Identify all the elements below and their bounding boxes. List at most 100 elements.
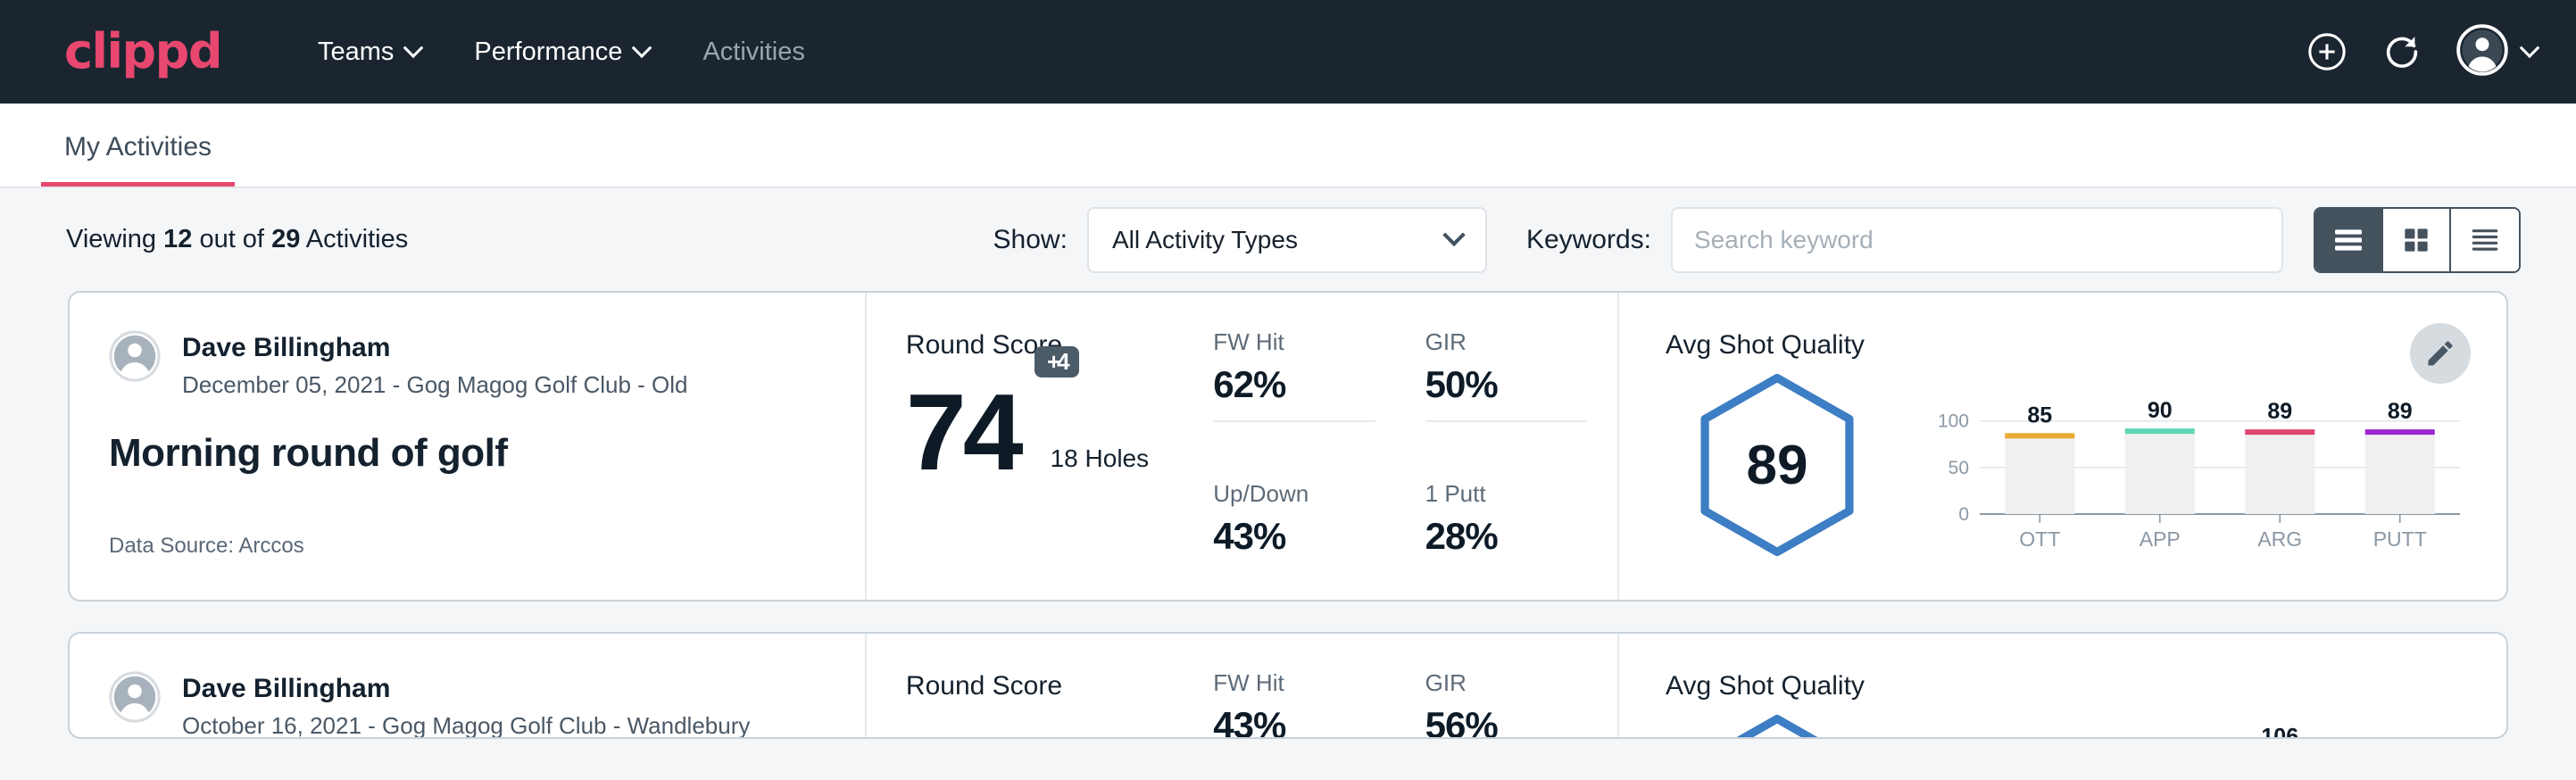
bar-chart: 05010094OTT82APP106ARG87PUTT	[1914, 718, 2467, 739]
user-row: Dave Billingham October 16, 2021 - Gog M…	[109, 671, 826, 739]
user-name: Dave Billingham	[182, 332, 688, 364]
account-avatar	[2456, 24, 2508, 80]
activity-list: Dave Billingham December 05, 2021 - Gog …	[0, 291, 2576, 739]
avatar	[109, 330, 161, 386]
brand-logo[interactable]: clippd	[64, 28, 221, 76]
round-score-label: Round Score	[906, 671, 1213, 701]
stat-value: 43%	[1213, 515, 1405, 558]
nav-item-activities[interactable]: Activities	[676, 25, 831, 79]
viewing-summary: Viewing 12 out of 29 Activities	[66, 225, 408, 254]
chevron-down-icon	[2520, 37, 2540, 58]
hex-score	[1666, 707, 1889, 739]
chevron-down-icon	[632, 37, 652, 58]
stat-gir: GIR 56%	[1425, 669, 1617, 739]
svg-text:PUTT: PUTT	[2373, 527, 2427, 551]
tab-my-activities[interactable]: My Activities	[41, 132, 235, 187]
svg-text:106: 106	[2261, 724, 2298, 739]
user-text: Dave Billingham October 16, 2021 - Gog M…	[182, 671, 750, 739]
user-name: Dave Billingham	[182, 673, 750, 705]
avg-shot-quality-block: Avg Shot Quality 05010094OTT82APP106ARG8…	[1619, 634, 2506, 737]
add-circle-icon[interactable]	[2306, 31, 2347, 72]
svg-text:85: 85	[2027, 402, 2052, 427]
user-text: Dave Billingham December 05, 2021 - Gog …	[182, 330, 688, 399]
view-mode-toggle	[2314, 207, 2521, 273]
round-score-value-wrap: 74 +4	[906, 384, 1020, 482]
stat-one-putt: 1 Putt 28%	[1425, 480, 1617, 600]
view-compact-button[interactable]	[2451, 209, 2519, 271]
round-score-block: Round Score 74 +4 18 Holes	[867, 293, 1213, 600]
svg-text:APP: APP	[2140, 527, 2181, 551]
refresh-icon[interactable]	[2381, 31, 2422, 72]
nav-item-label: Teams	[318, 37, 394, 67]
stat-fw-hit: FW Hit 43%	[1213, 669, 1405, 739]
filter-toolbar: Viewing 12 out of 29 Activities Show: Al…	[0, 188, 2576, 291]
quality-body: 89 05010085OTT90APP89ARG89PUTT	[1666, 366, 2467, 560]
round-score-value: 74	[906, 371, 1020, 493]
activity-meta: October 16, 2021 - Gog Magog Golf Club -…	[182, 712, 750, 739]
stat-label: FW Hit	[1213, 669, 1405, 697]
avg-shot-quality-block: Avg Shot Quality 89 05010085OTT90APP89AR…	[1619, 293, 2506, 600]
tab-label: My Activities	[64, 132, 212, 162]
score-row: 74 +4 18 Holes	[906, 384, 1213, 482]
nav-item-label: Activities	[702, 37, 804, 67]
edit-activity-button[interactable]	[2410, 323, 2471, 384]
hex-score: 89	[1666, 366, 1889, 557]
stat-value: 43%	[1213, 704, 1405, 739]
activity-info: Dave Billingham December 05, 2021 - Gog …	[70, 293, 867, 600]
viewing-total: 29	[271, 225, 300, 253]
svg-text:89: 89	[2388, 399, 2413, 424]
user-row: Dave Billingham December 05, 2021 - Gog …	[109, 330, 826, 399]
bar-chart: 05010085OTT90APP89ARG89PUTT	[1914, 377, 2467, 555]
activity-info: Dave Billingham October 16, 2021 - Gog M…	[70, 634, 867, 737]
viewing-count: 12	[163, 225, 192, 253]
stat-value: 56%	[1425, 704, 1617, 739]
app-header: clippd Teams Performance Activities	[0, 0, 2576, 104]
avatar	[109, 671, 161, 727]
shot-quality-chart: 05010085OTT90APP89ARG89PUTT	[1889, 366, 2467, 560]
activity-type-select[interactable]: All Activity Types	[1087, 207, 1487, 273]
view-grid-button[interactable]	[2383, 209, 2451, 271]
activity-type-value: All Activity Types	[1112, 226, 1298, 254]
stats-grid: FW Hit 62% GIR 50% Up/Down 43% 1 Putt 28…	[1213, 293, 1619, 600]
viewing-suffix: Activities	[306, 225, 408, 253]
svg-text:ARG: ARG	[2257, 527, 2302, 551]
chevron-down-icon	[1442, 223, 1465, 245]
grid-view-icon	[2399, 223, 2433, 257]
pencil-icon	[2424, 337, 2456, 369]
score-delta-badge: +4	[1035, 346, 1079, 378]
search-input[interactable]	[1671, 207, 2283, 273]
stat-label: GIR	[1425, 328, 1617, 356]
view-list-button[interactable]	[2315, 209, 2383, 271]
tab-bar: My Activities	[0, 104, 2576, 188]
svg-text:90: 90	[2148, 398, 2173, 423]
stat-value: 28%	[1425, 515, 1617, 558]
avg-shot-quality-value: 89	[1694, 373, 1860, 557]
nav-item-performance[interactable]: Performance	[447, 25, 676, 79]
activity-card[interactable]: Dave Billingham October 16, 2021 - Gog M…	[68, 632, 2508, 739]
viewing-prefix: Viewing	[66, 225, 156, 253]
stat-up-down: Up/Down 43%	[1213, 480, 1405, 600]
main-nav: Teams Performance Activities	[291, 25, 832, 79]
shot-quality-chart: 05010094OTT82APP106ARG87PUTT	[1889, 707, 2467, 739]
chevron-down-icon	[403, 37, 424, 58]
stat-value: 62%	[1213, 363, 1405, 406]
quality-body: 05010094OTT82APP106ARG87PUTT	[1666, 707, 2467, 739]
account-menu[interactable]	[2456, 24, 2537, 80]
holes-label: 18 Holes	[1051, 444, 1150, 482]
compact-view-icon	[2468, 223, 2502, 257]
stat-value: 50%	[1425, 363, 1617, 406]
svg-text:94: 94	[2027, 735, 2052, 739]
divider	[1213, 420, 1375, 422]
round-score-block: Round Score	[867, 634, 1213, 737]
svg-text:100: 100	[1938, 411, 1969, 432]
nav-item-teams[interactable]: Teams	[291, 25, 447, 79]
avg-shot-quality-label: Avg Shot Quality	[1666, 330, 2467, 361]
stat-label: 1 Putt	[1425, 480, 1617, 508]
list-view-icon	[2331, 222, 2366, 258]
stat-gir: GIR 50%	[1425, 328, 1617, 480]
activity-title: Morning round of golf	[109, 431, 826, 476]
header-actions	[2306, 24, 2537, 80]
activity-card[interactable]: Dave Billingham December 05, 2021 - Gog …	[68, 291, 2508, 602]
divider	[1425, 420, 1587, 422]
viewing-middle: out of	[199, 225, 264, 253]
